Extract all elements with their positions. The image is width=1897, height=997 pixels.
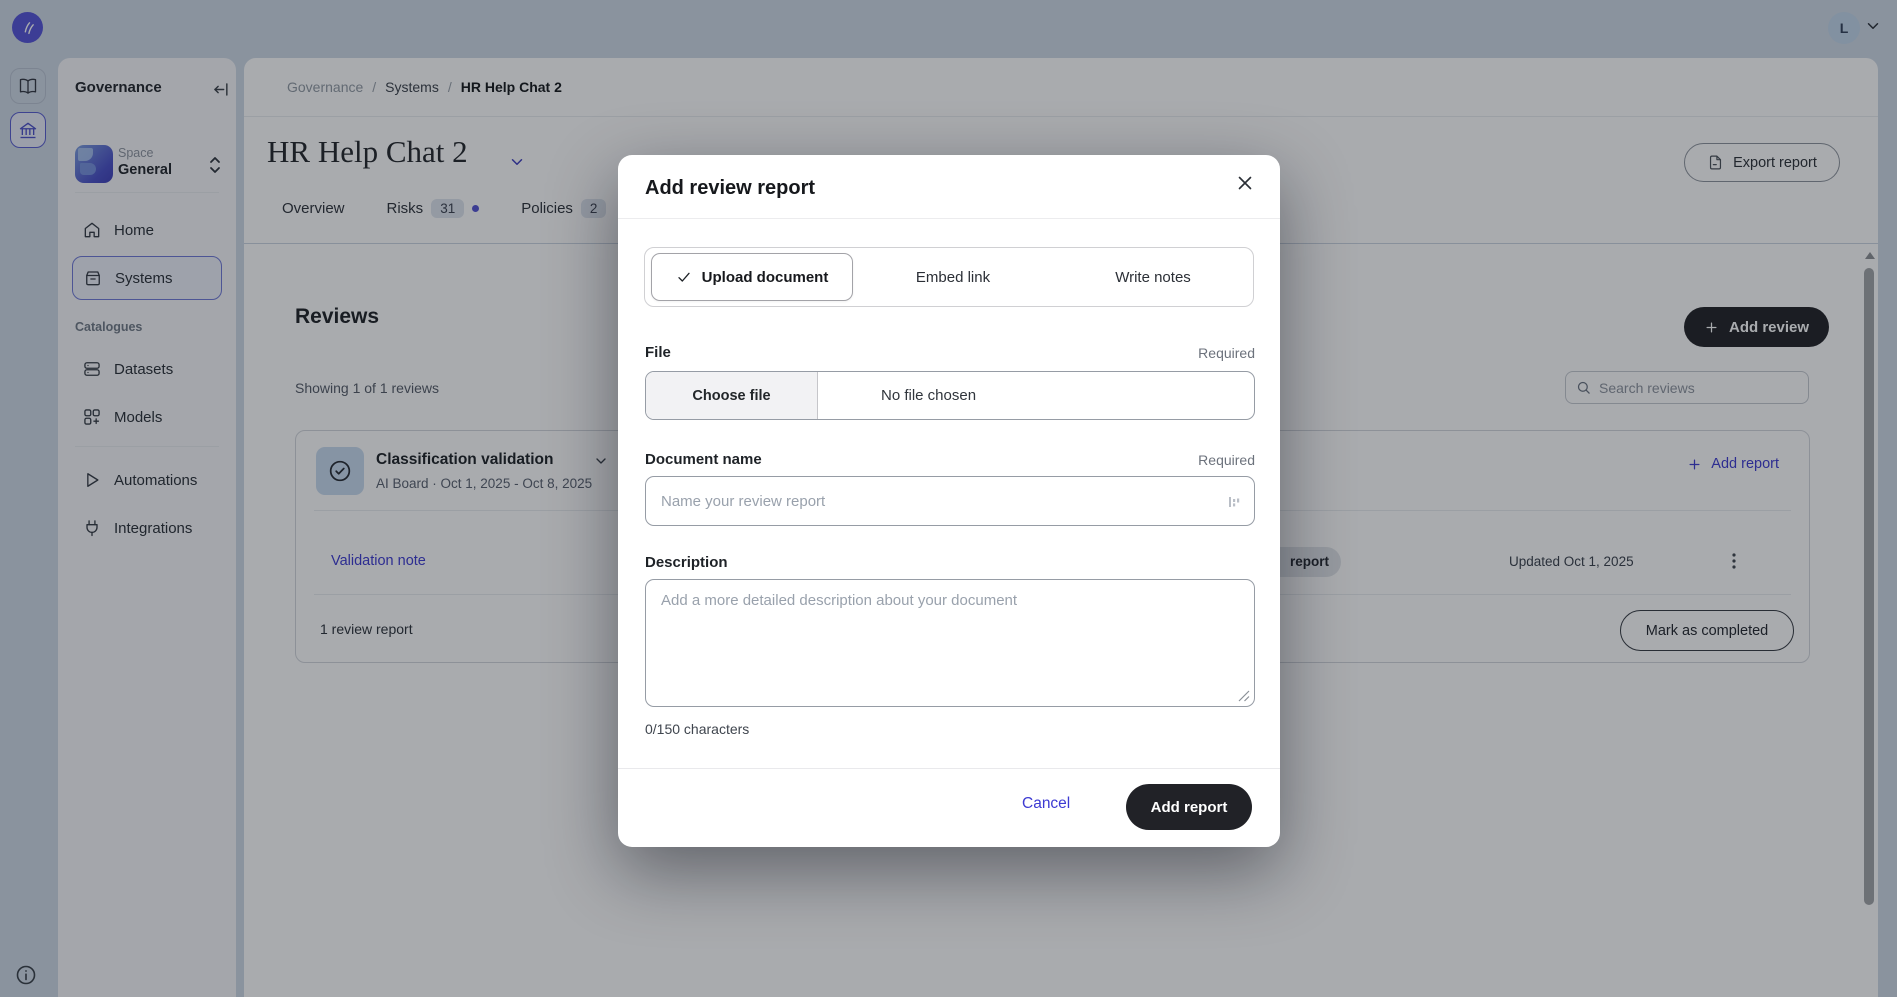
- add-report-submit-button[interactable]: Add report: [1126, 784, 1252, 830]
- file-status-text: No file chosen: [881, 372, 976, 419]
- resize-handle-icon[interactable]: [1238, 690, 1250, 702]
- tab-upload-label: Upload document: [702, 269, 829, 286]
- file-required-tag: Required: [1198, 345, 1255, 361]
- choose-file-button[interactable]: Choose file: [646, 372, 818, 419]
- submit-label: Add report: [1151, 799, 1228, 816]
- tab-notes-label: Write notes: [1115, 269, 1191, 286]
- tab-embed-label: Embed link: [916, 269, 990, 286]
- check-icon: [676, 269, 692, 285]
- description-textarea[interactable]: [661, 592, 1239, 694]
- character-counter: 0/150 characters: [645, 721, 749, 737]
- cancel-button[interactable]: Cancel: [1022, 795, 1070, 813]
- tab-embed-link[interactable]: Embed link: [853, 248, 1053, 306]
- document-name-label: Document name: [645, 451, 762, 468]
- barcode-icon: [1228, 494, 1242, 510]
- description-label: Description: [645, 554, 728, 571]
- document-name-field: [645, 476, 1255, 526]
- tab-write-notes[interactable]: Write notes: [1053, 248, 1253, 306]
- close-icon[interactable]: [1234, 172, 1256, 194]
- file-field-label: File: [645, 344, 671, 361]
- description-field: [645, 579, 1255, 707]
- cancel-label: Cancel: [1022, 795, 1070, 812]
- report-type-segmented-control: Upload document Embed link Write notes: [644, 247, 1254, 307]
- modal-title: Add review report: [645, 177, 815, 200]
- file-input: Choose file No file chosen: [645, 371, 1255, 420]
- document-name-input[interactable]: [661, 477, 1220, 525]
- choose-file-label: Choose file: [692, 388, 770, 404]
- tab-upload-document[interactable]: Upload document: [651, 253, 853, 301]
- name-required-tag: Required: [1198, 452, 1255, 468]
- add-review-report-modal: Add review report Upload document Embed …: [618, 155, 1280, 847]
